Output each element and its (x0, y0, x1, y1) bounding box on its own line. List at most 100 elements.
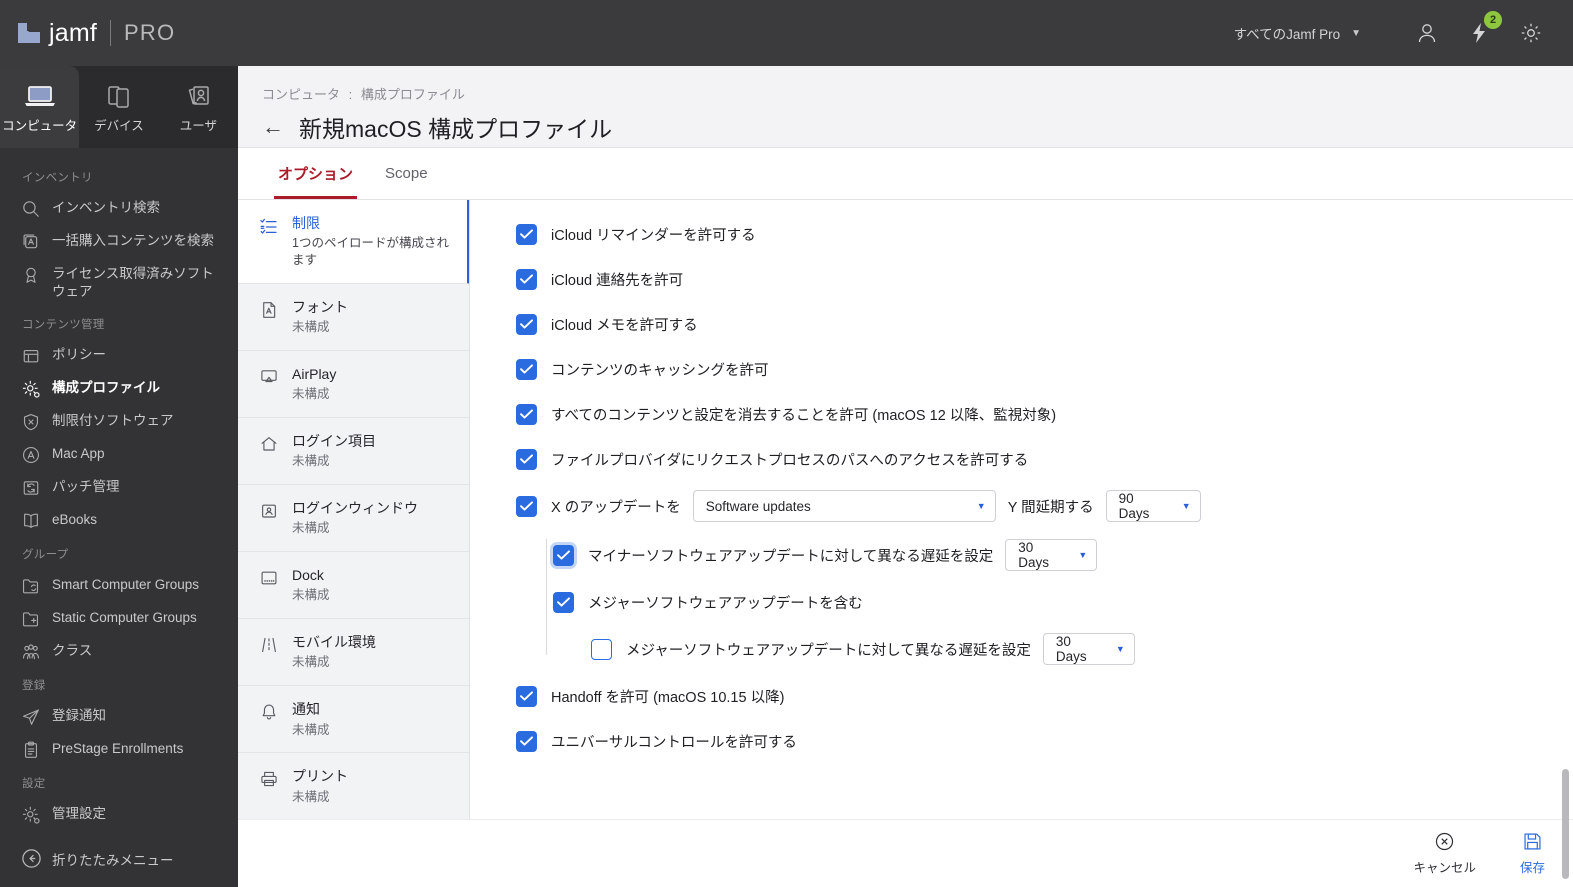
include-major-update-label: メジャーソフトウェアアップデートを含む (588, 595, 863, 612)
sidebar-tab-devices[interactable]: デバイス (79, 66, 158, 148)
major-update-delay-row: メジャーソフトウェアアップデートに対して異なる遅延を設定 30 Days ▼ (591, 633, 1545, 665)
payload-title: フォント (292, 298, 348, 315)
gear-icon (18, 805, 44, 825)
option-checkbox[interactable] (516, 685, 537, 707)
sidebar-tab-users-label: ユーザ (179, 119, 217, 133)
major-update-delay-checkbox[interactable] (591, 638, 612, 660)
dock-icon (256, 568, 282, 588)
chevron-down-icon: ▼ (1181, 501, 1191, 511)
page-title-row: ← 新規macOS 構成プロファイル (262, 110, 1573, 144)
cancel-label: キャンセル (1413, 861, 1476, 875)
sidebar-item-label: パッチ管理 (52, 479, 120, 495)
payload-scroll-track[interactable] (470, 200, 499, 887)
payload-item[interactable]: フォント 未構成 (238, 284, 469, 351)
option-checkbox[interactable] (516, 268, 537, 290)
check-icon (520, 736, 533, 746)
options-tail-group: Handoff を許可 (macOS 10.15 以降) ユニバーサルコントロール… (516, 682, 1545, 755)
sidebar-item-インベントリ検索[interactable]: インベントリ検索 (0, 192, 238, 225)
include-major-update-checkbox[interactable] (553, 591, 574, 613)
tab-scope-label: Scope (385, 165, 428, 182)
option-checkbox[interactable] (516, 223, 537, 245)
sidebar-item-クラス[interactable]: クラス (0, 635, 238, 668)
search-icon (18, 199, 44, 219)
sidebar-item-登録通知[interactable]: 登録通知 (0, 700, 238, 733)
breadcrumb-leaf[interactable]: 構成プロファイル (361, 87, 465, 102)
option-row: ユニバーサルコントロールを許可する (516, 727, 1545, 755)
sidebar-tab-computers-label: コンピュータ (2, 119, 78, 133)
update-type-value: Software updates (705, 498, 811, 514)
option-checkbox[interactable] (516, 403, 537, 425)
book-icon (18, 511, 44, 531)
sidebar-item-ライセンス取得済みソフトウェア[interactable]: ライセンス取得済みソフトウェア (0, 258, 238, 307)
payload-item[interactable]: Dock 未構成 (238, 552, 469, 620)
sidebar-item-prestage-enrollments[interactable]: PreStage Enrollments (0, 733, 238, 766)
sidebar-item-smart-computer-groups[interactable]: Smart Computer Groups (0, 569, 238, 602)
breadcrumb-root[interactable]: コンピュータ (262, 87, 340, 102)
payload-item[interactable]: モバイル環境 未構成 (238, 619, 469, 687)
sidebar-tabs: コンピュータ デバイス ユーザ (0, 66, 238, 148)
user-account-button[interactable] (1401, 7, 1453, 59)
option-label: iCloud 連絡先を許可 (551, 272, 684, 289)
notifications-button[interactable]: 2 (1453, 7, 1505, 59)
software-update-prefix-label: X のアップデートを (551, 499, 681, 516)
sidebar-tab-users[interactable]: ユーザ (159, 66, 238, 148)
context-selector-label: すべてのJamf Pro (1233, 27, 1341, 42)
option-label: ユニバーサルコントロールを許可する (551, 734, 797, 751)
people-icon (18, 642, 44, 662)
update-type-select[interactable]: Software updates ▼ (692, 490, 996, 522)
main-scrollbar-thumb[interactable] (1562, 769, 1569, 879)
bell-icon (256, 702, 282, 722)
tab-options[interactable]: オプション (262, 148, 369, 199)
option-checkbox[interactable] (516, 313, 537, 335)
back-arrow-icon[interactable]: ← (262, 116, 284, 138)
users-icon (188, 86, 210, 105)
sidebar-item-ebooks[interactable]: eBooks (0, 504, 238, 537)
save-button[interactable]: 保存 (1520, 831, 1545, 876)
major-delay-days-select[interactable]: 30 Days ▼ (1042, 633, 1135, 665)
option-checkbox[interactable] (516, 358, 537, 380)
cancel-button[interactable]: キャンセル (1413, 831, 1476, 876)
sidebar-item-ポリシー[interactable]: ポリシー (0, 339, 238, 372)
tab-scope[interactable]: Scope (369, 148, 444, 199)
content-body: 制限 1つのペイロードが構成されます フォント 未構成 AirPlay 未構成 ログイン項目… (238, 200, 1573, 887)
major-update-delay-label: メジャーソフトウェアアップデートに対して異なる遅延を設定 (626, 642, 1031, 659)
payload-status: 未構成 (292, 387, 330, 402)
sidebar-item-制限付ソフトウェア[interactable]: 制限付ソフトウェア (0, 405, 238, 438)
payload-item[interactable]: プリント 未構成 (238, 753, 469, 821)
sidebar-item-パッチ管理[interactable]: パッチ管理 (0, 471, 238, 504)
sidebar-item-label: 管理設定 (52, 806, 106, 822)
context-selector[interactable]: すべてのJamf Pro ▼ (1234, 23, 1361, 43)
option-checkbox[interactable] (516, 448, 537, 470)
sidebar-item-label: 一括購入コンテンツを検索 (52, 233, 214, 248)
payload-item[interactable]: 制限 1つのペイロードが構成されます (238, 200, 469, 284)
sidebar-item-mac-app[interactable]: Mac App (0, 438, 238, 471)
payload-item[interactable]: ログインウィンドウ 未構成 (238, 485, 469, 553)
payload-item[interactable]: ログイン項目 未構成 (238, 418, 469, 486)
software-update-checkbox[interactable] (516, 495, 537, 517)
payload-item[interactable]: AirPlay 未構成 (238, 351, 469, 419)
brand-logo[interactable]: jamf PRO (18, 19, 175, 48)
delay-days-select[interactable]: 90 Days ▼ (1105, 490, 1201, 522)
smart-folder-icon (18, 576, 44, 596)
sidebar-group-title: インベントリ (22, 172, 93, 184)
collapse-menu-button[interactable]: 折りたたみメニュー (0, 848, 238, 869)
check-icon (520, 691, 533, 701)
sidebar-item-管理設定[interactable]: 管理設定 (0, 798, 238, 831)
option-label: すべてのコンテンツと設定を消去することを許可 (macOS 12 以降、監視対象… (551, 407, 1057, 424)
minor-delay-days-select[interactable]: 30 Days ▼ (1005, 539, 1098, 571)
sidebar-item-構成プロファイル[interactable]: 構成プロファイル (0, 372, 238, 405)
sidebar-group-title: コンテンツ管理 (22, 319, 105, 332)
settings-button[interactable] (1505, 7, 1557, 59)
sidebar-group-title: 登録 (22, 680, 46, 693)
payload-title: ログイン項目 (292, 433, 376, 450)
payload-status: 未構成 (292, 521, 330, 536)
payload-item[interactable]: 通知 未構成 (238, 686, 469, 754)
option-checkbox[interactable] (516, 730, 537, 752)
sidebar-item-一括購入コンテンツを検索[interactable]: 一括購入コンテンツを検索 (0, 225, 238, 258)
sidebar-item-static-computer-groups[interactable]: Static Computer Groups (0, 602, 238, 635)
sidebar-tab-computers[interactable]: コンピュータ (0, 66, 80, 148)
payload-list[interactable]: 制限 1つのペイロードが構成されます フォント 未構成 AirPlay 未構成 ログイン項目… (238, 200, 470, 887)
check-icon (520, 274, 533, 284)
sidebar-item-label: Mac App (52, 446, 105, 462)
minor-update-delay-checkbox[interactable] (553, 544, 574, 566)
